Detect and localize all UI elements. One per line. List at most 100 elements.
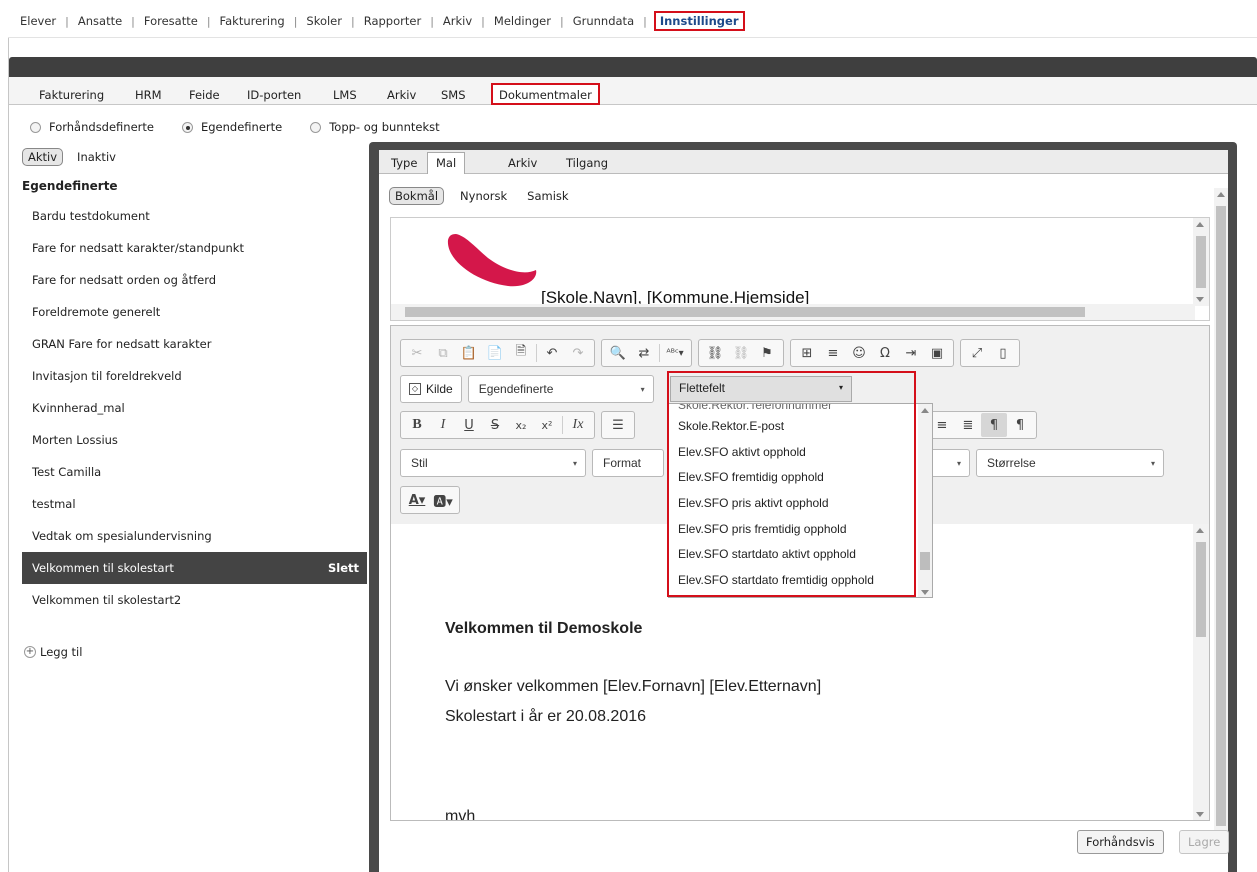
rtl-icon[interactable]: ¶: [1007, 413, 1033, 437]
image-icon[interactable]: ▣: [924, 341, 950, 365]
editor-scrollbar[interactable]: [1193, 524, 1209, 820]
format-select[interactable]: Format: [592, 449, 664, 477]
list-item[interactable]: Fare for nedsatt orden og åtferd: [22, 264, 367, 296]
delete-button[interactable]: Slett: [328, 552, 359, 584]
list-item[interactable]: Fare for nedsatt karakter/standpunkt: [22, 232, 367, 264]
filter-inaktiv[interactable]: Inaktiv: [77, 150, 116, 164]
paste-icon[interactable]: 📋: [456, 341, 482, 365]
font-select[interactable]: ▾: [927, 449, 970, 477]
scroll-up-icon[interactable]: [1217, 192, 1225, 197]
scrollbar-thumb[interactable]: [1196, 236, 1206, 288]
merge-field-option[interactable]: Elev.SFO pris fremtidig opphold: [678, 522, 847, 536]
numbered-list-icon[interactable]: ☰: [605, 413, 631, 437]
tab-type[interactable]: Type: [391, 156, 417, 170]
scroll-down-icon[interactable]: [921, 590, 929, 595]
list-item[interactable]: Bardu testdokument: [22, 200, 367, 232]
style-select[interactable]: Stil ▾: [400, 449, 586, 477]
replace-icon[interactable]: ⇄: [631, 341, 657, 365]
scrollbar-thumb[interactable]: [1196, 542, 1206, 637]
nav-rapporter[interactable]: Rapporter: [362, 14, 423, 28]
background-color-icon[interactable]: 🅰▾: [430, 488, 456, 512]
find-icon[interactable]: 🔍: [605, 341, 631, 365]
nav-foresatte[interactable]: Foresatte: [142, 14, 200, 28]
save-button[interactable]: Lagre: [1179, 830, 1230, 854]
page-break-icon[interactable]: ⇥: [898, 341, 924, 365]
merge-field-option[interactable]: Elev.SFO aktivt opphold: [678, 445, 806, 459]
tab-sms[interactable]: SMS: [441, 88, 466, 102]
paste-text-icon[interactable]: 📄: [482, 341, 508, 365]
nav-elever[interactable]: Elever: [18, 14, 58, 28]
panel-scrollbar[interactable]: [1214, 188, 1228, 848]
preview-vertical-scrollbar[interactable]: [1193, 218, 1209, 306]
merge-field-option[interactable]: Elev.SFO startdato fremtidig opphold: [678, 573, 874, 587]
tab-fakturering[interactable]: Fakturering: [39, 88, 104, 102]
tab-arkiv[interactable]: Arkiv: [387, 88, 416, 102]
merge-field-option[interactable]: Skole.Rektor.E-post: [678, 419, 784, 433]
scroll-down-icon[interactable]: [1196, 297, 1204, 302]
preview-button[interactable]: Forhåndsvis: [1077, 830, 1164, 854]
radio-egendefinerte[interactable]: Egendefinerte: [181, 120, 282, 134]
undo-icon[interactable]: ↶: [539, 341, 565, 365]
nav-fakturering[interactable]: Fakturering: [218, 14, 287, 28]
lang-samisk[interactable]: Samisk: [527, 189, 568, 203]
add-template-button[interactable]: + Legg til: [24, 645, 82, 659]
list-item[interactable]: Velkommen til skolestart2: [22, 584, 367, 616]
list-item[interactable]: Kvinnherad_mal: [22, 392, 367, 424]
special-char-icon[interactable]: Ω: [872, 341, 898, 365]
justify-icon[interactable]: ≣: [955, 413, 981, 437]
lang-nynorsk[interactable]: Nynorsk: [460, 189, 507, 203]
strikethrough-icon[interactable]: S: [482, 413, 508, 437]
tab-lms[interactable]: LMS: [333, 88, 357, 102]
lang-bokmal[interactable]: Bokmål: [389, 187, 445, 205]
scroll-down-icon[interactable]: [1196, 812, 1204, 817]
redo-icon[interactable]: ↷: [565, 341, 591, 365]
scroll-up-icon[interactable]: [1196, 222, 1204, 227]
dropdown-scrollbar[interactable]: [918, 404, 932, 597]
nav-ansatte[interactable]: Ansatte: [76, 14, 124, 28]
size-select[interactable]: Størrelse ▾: [976, 449, 1164, 477]
list-item[interactable]: Invitasjon til foreldrekveld: [22, 360, 367, 392]
superscript-icon[interactable]: x²: [534, 413, 560, 437]
paste-word-icon[interactable]: 🗎: [508, 341, 534, 365]
nav-arkiv[interactable]: Arkiv: [441, 14, 474, 28]
tab-id-porten[interactable]: ID-porten: [247, 88, 301, 102]
filter-aktiv[interactable]: Aktiv: [22, 148, 64, 166]
list-item[interactable]: Morten Lossius: [22, 424, 367, 456]
list-item[interactable]: Foreldremote generelt: [22, 296, 367, 328]
list-item[interactable]: testmal: [22, 488, 367, 520]
bold-icon[interactable]: B: [404, 413, 430, 437]
show-blocks-icon[interactable]: ▯: [990, 341, 1016, 365]
template-select[interactable]: Egendefinerte ▾: [467, 375, 654, 403]
text-color-icon[interactable]: A▾: [404, 488, 430, 512]
merge-field-option[interactable]: Skole.Rektor.Telefonnummer: [678, 404, 832, 412]
anchor-flag-icon[interactable]: ⚑: [754, 341, 780, 365]
merge-field-option[interactable]: Elev.SFO fremtidig opphold: [678, 470, 824, 484]
tab-hrm[interactable]: HRM: [135, 88, 162, 102]
cut-icon[interactable]: ✂: [404, 341, 430, 365]
tab-dokumentmaler[interactable]: Dokumentmaler: [491, 83, 600, 105]
scrollbar-thumb[interactable]: [1216, 206, 1226, 826]
merge-field-option[interactable]: Elev.SFO pris aktivt opphold: [678, 496, 829, 510]
preview-horizontal-scrollbar[interactable]: [391, 304, 1195, 320]
tab-arkiv[interactable]: Arkiv: [508, 156, 537, 170]
unlink-icon[interactable]: ⛓: [728, 341, 754, 365]
list-item-selected[interactable]: Velkommen til skolestart Slett: [22, 552, 367, 584]
nav-skoler[interactable]: Skoler: [304, 14, 344, 28]
list-item[interactable]: Test Camilla: [22, 456, 367, 488]
scroll-up-icon[interactable]: [921, 408, 929, 413]
maximize-icon[interactable]: ⤢: [964, 341, 990, 365]
merge-field-option[interactable]: Elev.SFO startdato aktivt opphold: [678, 547, 856, 561]
radio-topp-og-bunntekst[interactable]: Topp- og bunntekst: [310, 120, 440, 134]
underline-icon[interactable]: U: [456, 413, 482, 437]
radio-forhandsdefinerte[interactable]: Forhåndsdefinerte: [30, 120, 154, 134]
nav-grunndata[interactable]: Grunndata: [571, 14, 636, 28]
subscript-icon[interactable]: x₂: [508, 413, 534, 437]
tab-mal[interactable]: Mal: [427, 152, 466, 175]
list-item[interactable]: Vedtak om spesialundervisning: [22, 520, 367, 552]
table-icon[interactable]: ⊞: [794, 341, 820, 365]
nav-innstillinger[interactable]: Innstillinger: [653, 11, 745, 31]
copy-icon[interactable]: ⧉: [430, 341, 456, 365]
italic-icon[interactable]: I: [430, 413, 456, 437]
scroll-up-icon[interactable]: [1196, 528, 1204, 533]
smiley-icon[interactable]: ☺: [846, 341, 872, 365]
